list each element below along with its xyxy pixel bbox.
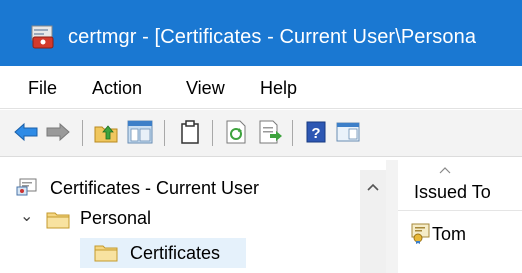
column-header-issued-to[interactable]: Issued To xyxy=(398,167,522,211)
toolbar-separator xyxy=(82,120,83,146)
certificate-icon xyxy=(411,223,430,244)
certmgr-app-icon xyxy=(31,25,54,49)
tree-personal-label: Personal xyxy=(80,208,152,228)
menu-bar: File Action View Help xyxy=(0,68,522,109)
certificate-store-icon xyxy=(16,178,37,196)
tree-pane[interactable]: Certificates - Current User ⌄ Personal C… xyxy=(14,170,374,273)
toolbar-separator xyxy=(164,120,165,146)
window-title: certmgr - [Certificates - Current User\P… xyxy=(68,26,477,48)
up-folder-icon[interactable] xyxy=(92,119,120,145)
tree-scrollbar[interactable] xyxy=(360,170,386,273)
help-icon[interactable]: ? xyxy=(302,119,330,145)
tree-item-certificates[interactable]: Certificates xyxy=(80,238,246,268)
title-bar[interactable]: certmgr - [Certificates - Current User\P… xyxy=(0,0,522,66)
menu-view[interactable]: View xyxy=(186,78,225,99)
menu-help[interactable]: Help xyxy=(260,78,297,99)
toolbar-separator xyxy=(212,120,213,146)
list-row[interactable]: Tom xyxy=(408,220,522,250)
chevron-down-icon[interactable]: ⌄ xyxy=(20,206,33,226)
column-header-label: Issued To xyxy=(414,182,491,202)
refresh-icon[interactable] xyxy=(222,119,250,145)
scroll-up-arrow-icon[interactable] xyxy=(366,182,380,192)
action-pane-icon[interactable] xyxy=(334,119,362,145)
folder-icon xyxy=(46,212,70,229)
toolbar: ? xyxy=(0,110,522,157)
toolbar-separator xyxy=(292,120,293,146)
tree-item-personal[interactable]: ⌄ Personal xyxy=(14,206,354,236)
pane-splitter[interactable] xyxy=(386,160,398,273)
tree-item-root[interactable]: Certificates - Current User xyxy=(14,176,354,206)
forward-icon[interactable] xyxy=(44,119,72,145)
back-icon[interactable] xyxy=(12,119,40,145)
folder-icon xyxy=(94,245,118,262)
tree-root-label: Certificates - Current User xyxy=(50,178,260,198)
show-hide-tree-icon[interactable] xyxy=(126,119,154,145)
svg-text:?: ? xyxy=(311,125,320,142)
tree-certificates-label: Certificates xyxy=(130,243,221,263)
export-list-icon[interactable] xyxy=(256,119,284,145)
list-cell-issued-to: Tom xyxy=(432,224,467,244)
properties-icon[interactable] xyxy=(176,119,204,145)
list-pane[interactable]: Issued To Tom xyxy=(398,160,522,273)
sort-ascending-icon xyxy=(439,167,451,174)
menu-file[interactable]: File xyxy=(28,78,57,99)
menu-action[interactable]: Action xyxy=(92,78,142,99)
